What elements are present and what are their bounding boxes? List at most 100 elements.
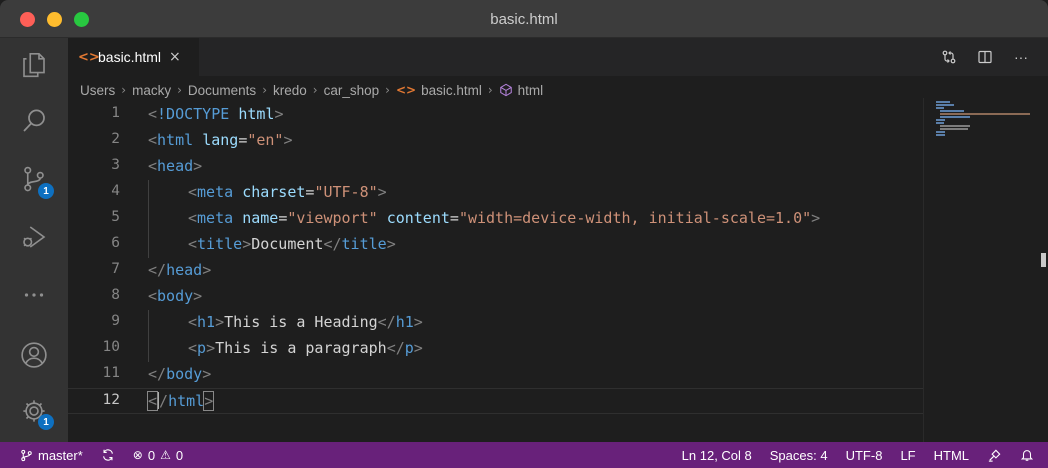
code-token: name: [242, 209, 279, 227]
code-line[interactable]: 12 </html>: [68, 388, 923, 414]
code-line[interactable]: 6 <title>Document</title>: [68, 232, 923, 258]
breadcrumb-car-shop[interactable]: car_shop: [324, 83, 380, 98]
code-line[interactable]: 4 <meta charset="UTF-8">: [68, 180, 923, 206]
breadcrumb-file[interactable]: basic.html: [421, 83, 482, 98]
code-token: <: [148, 105, 158, 123]
indent-guide: [148, 232, 149, 258]
minimap[interactable]: [923, 98, 1038, 442]
code-token: >: [386, 235, 396, 253]
editor-tabs: <> basic.html × ···: [68, 38, 1048, 76]
activity-bar: 1 1: [0, 38, 68, 442]
activity-more[interactable]: [0, 270, 68, 320]
code-text: <body>: [148, 287, 202, 305]
line-number: 2: [111, 131, 120, 147]
split-editor-button[interactable]: [974, 47, 996, 67]
line-number: 3: [111, 157, 120, 173]
symbol-cube-icon: [499, 83, 513, 97]
code-token: >: [193, 157, 203, 175]
minimap-line: [936, 107, 944, 109]
line-number: 6: [111, 235, 120, 251]
breadcrumb-kredo[interactable]: kredo: [273, 83, 307, 98]
encoding[interactable]: UTF-8: [846, 448, 883, 463]
code-token: title: [197, 235, 243, 253]
code-token: <: [148, 157, 158, 175]
code-line[interactable]: 7 </head>: [68, 258, 923, 284]
error-count: 0: [147, 447, 156, 463]
cursor-position[interactable]: Ln 12, Col 8: [682, 448, 752, 463]
activity-explorer[interactable]: [0, 40, 68, 90]
minimap-line: [936, 104, 954, 106]
code-token: <: [188, 209, 198, 227]
code-token: >: [193, 287, 203, 305]
code-token: This is a Heading: [224, 313, 378, 331]
code-token: html: [168, 392, 205, 410]
code-token: <: [188, 313, 198, 331]
code-text: </head>: [148, 261, 211, 279]
code-line[interactable]: 1 <!DOCTYPE html>: [68, 102, 923, 128]
end-of-line[interactable]: LF: [900, 448, 915, 463]
code-token: html: [238, 105, 275, 123]
branch-indicator[interactable]: master*: [20, 448, 83, 463]
code-editor[interactable]: 1 <!DOCTYPE html> 2 <html lang="en"> 3 <head>…: [68, 102, 923, 442]
code-line[interactable]: 8 <body>: [68, 284, 923, 310]
chevron-right-icon: ›: [385, 83, 390, 97]
language-mode[interactable]: HTML: [934, 448, 969, 463]
indent-guide: [148, 336, 149, 362]
code-line[interactable]: 5 <meta name="viewport" content="width=de…: [68, 206, 923, 232]
branch-name: master*: [38, 447, 83, 463]
line-number: 10: [102, 339, 120, 355]
more-actions-button[interactable]: ···: [1010, 47, 1032, 67]
code-token: "en": [247, 131, 284, 149]
chevron-right-icon: ›: [312, 83, 318, 97]
minimap-line: [936, 131, 945, 133]
breadcrumb-symbol[interactable]: html: [518, 83, 544, 98]
code-token: content: [386, 209, 450, 227]
code-line[interactable]: 3 <head>: [68, 154, 923, 180]
tab-basic-html[interactable]: <> basic.html ×: [68, 38, 199, 76]
git-branch-icon: [21, 449, 32, 461]
code-token: body: [166, 365, 203, 383]
feedback-button[interactable]: [987, 448, 1002, 463]
activity-run-debug[interactable]: [0, 212, 68, 262]
notifications-button[interactable]: [1020, 448, 1034, 462]
code-line[interactable]: 9 <h1>This is a Heading</h1>: [68, 310, 923, 336]
code-token: >: [283, 131, 293, 149]
activity-search[interactable]: [0, 96, 68, 146]
breadcrumb-users[interactable]: Users: [80, 83, 115, 98]
sync-icon: [102, 449, 113, 461]
open-changes-button[interactable]: [938, 47, 960, 67]
code-line[interactable]: 10 <p>This is a paragraph</p>: [68, 336, 923, 362]
vertical-scrollbar[interactable]: [1041, 253, 1046, 267]
activity-manage[interactable]: 1: [0, 386, 68, 436]
tab-label: basic.html: [98, 49, 162, 65]
code-line[interactable]: 2 <html lang="en">: [68, 128, 923, 154]
problems-indicator[interactable]: ⊗ 0 ⚠ 0: [133, 448, 183, 463]
code-token: <: [146, 391, 159, 411]
files-icon: [23, 52, 45, 78]
activity-accounts[interactable]: [0, 330, 68, 380]
title-bar: basic.html: [0, 0, 1048, 38]
code-token: !DOCTYPE: [157, 105, 239, 123]
minimap-line: [936, 101, 950, 103]
code-line[interactable]: 11 </body>: [68, 362, 923, 388]
code-text: <head>: [148, 157, 202, 175]
sync-button[interactable]: [101, 448, 115, 462]
breadcrumb-documents[interactable]: Documents: [188, 83, 256, 98]
chevron-right-icon: ›: [262, 83, 267, 97]
minimap-line: [940, 128, 968, 130]
html-file-icon: <>: [78, 49, 100, 65]
code-text: </html>: [146, 391, 215, 411]
code-token: >: [811, 209, 821, 227]
code-token: =: [449, 209, 459, 227]
indentation[interactable]: Spaces: 4: [770, 448, 828, 463]
code-token: h1: [197, 313, 216, 331]
code-text: <meta charset="UTF-8">: [188, 183, 387, 201]
code-text: <html lang="en">: [148, 131, 293, 149]
chevron-right-icon: ›: [121, 83, 127, 97]
activity-source-control[interactable]: 1: [0, 154, 68, 204]
line-number: 8: [111, 287, 120, 303]
close-icon[interactable]: ×: [169, 49, 181, 65]
breadcrumb-macky[interactable]: macky: [132, 83, 171, 98]
warning-count: 0: [175, 447, 184, 463]
code-token: >: [242, 235, 252, 253]
